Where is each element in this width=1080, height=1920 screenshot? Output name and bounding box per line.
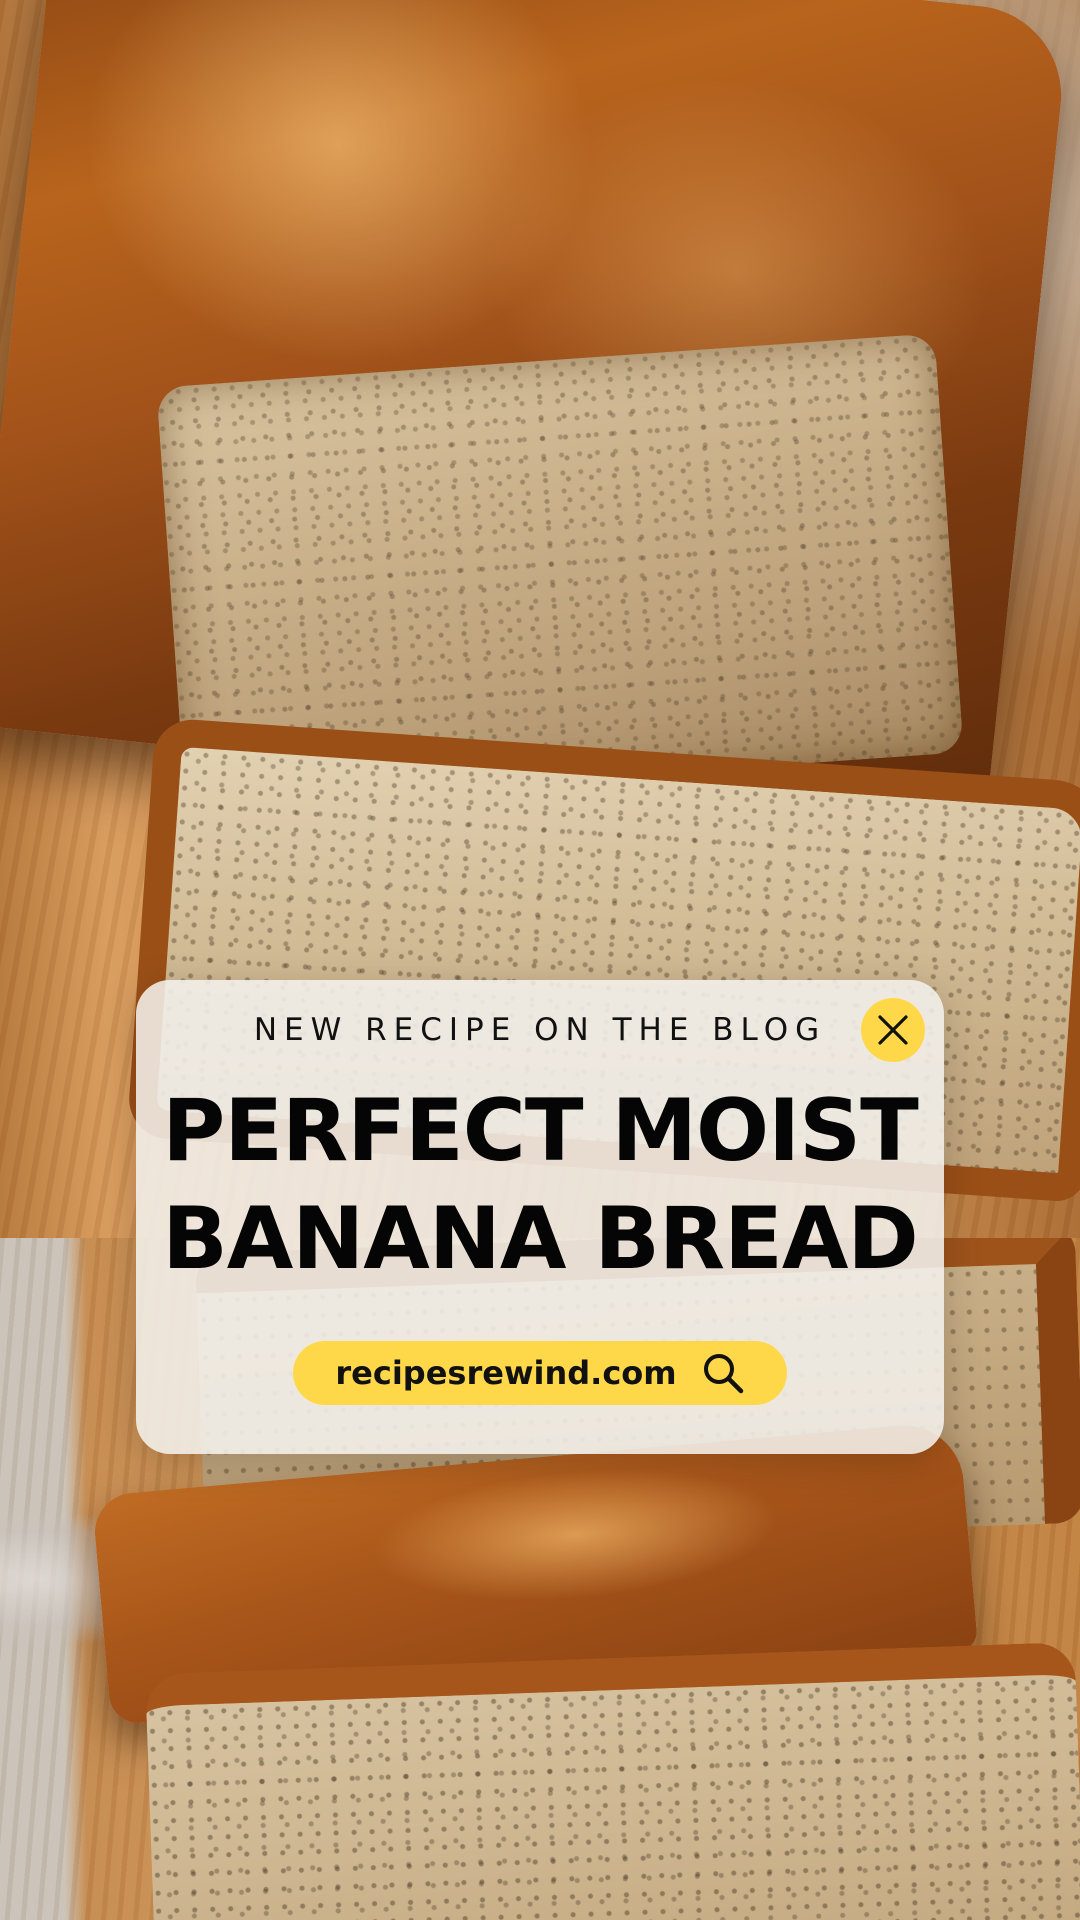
website-url: recipesrewind.com [335,1354,677,1392]
bread-slice [145,1641,1080,1920]
recipe-title-line-1: PERFECT MOIST [162,1081,919,1181]
search-icon [701,1351,745,1395]
website-link-button[interactable]: recipesrewind.com [293,1341,787,1405]
close-button[interactable] [861,998,925,1062]
close-icon [876,1013,910,1047]
recipe-title-line-2: BANANA BREAD [162,1189,919,1289]
pin-graphic: NEW RECIPE ON THE BLOG PERFECT MOIST BAN… [0,0,1080,1920]
